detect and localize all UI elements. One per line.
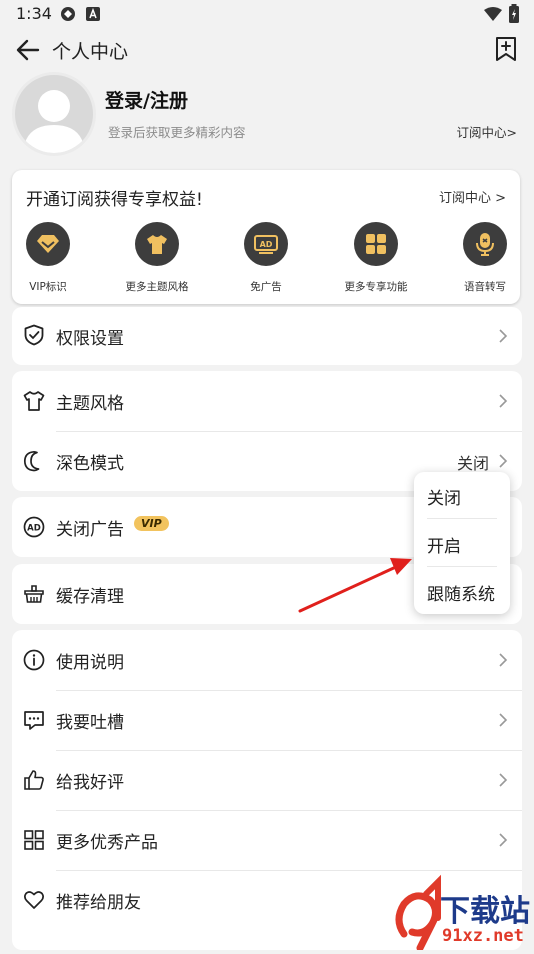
battery-icon: [508, 4, 520, 28]
grid-icon: [354, 222, 398, 266]
chevron-right-icon: [498, 393, 508, 409]
dropdown-option-on[interactable]: 开启: [427, 532, 461, 557]
login-register-link[interactable]: 登录/注册: [105, 86, 188, 113]
status-time: 1:34: [16, 4, 52, 23]
divider: [427, 566, 497, 567]
menu-row-permissions[interactable]: 权限设置: [12, 307, 522, 365]
shirt-icon: [135, 222, 179, 266]
menu-row-more-products[interactable]: 更多优秀产品: [12, 810, 522, 870]
menu-row-label: 深色模式: [56, 454, 124, 474]
watermark-domain: 91xz.net: [442, 926, 524, 946]
svg-text:AD: AD: [260, 240, 273, 249]
sync-icon: [60, 6, 76, 26]
chevron-right-icon: [498, 832, 508, 848]
info-icon: [23, 649, 45, 671]
chevron-right-icon: [498, 453, 508, 469]
apps-grid-icon: [23, 829, 45, 851]
microphone-icon: [463, 222, 507, 266]
shirt-outline-icon: [23, 390, 45, 412]
menu-row-label: 主题风格: [56, 394, 124, 414]
chevron-right-icon: [498, 328, 508, 344]
benefit-no-ads[interactable]: AD 免广告: [216, 222, 316, 294]
thumbs-up-icon: [23, 769, 45, 791]
page-title: 个人中心: [52, 41, 129, 63]
menu-row-label: 关闭广告: [56, 520, 124, 540]
menu-row-label: 我要吐槽: [56, 713, 124, 733]
broom-basket-icon: [23, 583, 45, 605]
login-subtitle: 登录后获取更多精彩内容: [108, 125, 246, 140]
benefit-more-themes[interactable]: 更多主题风格: [107, 222, 207, 294]
wifi-icon: [484, 6, 502, 26]
moon-icon: [23, 450, 45, 472]
chevron-right-icon: [498, 712, 508, 728]
permissions-card: 权限设置: [12, 307, 522, 365]
dropdown-option-off[interactable]: 关闭: [427, 484, 461, 509]
benefit-voice-transcribe[interactable]: 语音转写: [435, 222, 534, 294]
chat-bubble-icon: [23, 709, 45, 731]
watermark-brand: 下载站: [440, 894, 530, 929]
subscription-card-link[interactable]: 订阅中心 >: [439, 187, 506, 206]
subscription-card: 开通订阅获得专享权益! 订阅中心 > VIP标识 更多主题风格 AD 免广告 更…: [12, 170, 520, 304]
menu-row-label: 权限设置: [56, 329, 124, 349]
benefit-more-features[interactable]: 更多专享功能: [326, 222, 426, 294]
menu-row-feedback[interactable]: 我要吐槽: [12, 690, 522, 750]
vip-diamond-icon: [26, 222, 70, 266]
svg-text:AD: AD: [27, 524, 41, 534]
add-bookmark-icon[interactable]: [494, 36, 518, 62]
chevron-right-icon: [498, 652, 508, 668]
menu-row-instructions[interactable]: 使用说明: [12, 630, 522, 690]
menu-row-label: 更多优秀产品: [56, 833, 158, 853]
menu-row-theme[interactable]: 主题风格: [12, 371, 522, 431]
dropdown-option-follow-system[interactable]: 跟随系统: [427, 580, 495, 605]
divider: [427, 518, 497, 519]
benefit-vip-badge[interactable]: VIP标识: [0, 222, 98, 294]
avatar[interactable]: [12, 72, 96, 156]
ad-circle-icon: AD: [23, 516, 45, 538]
subscription-center-link[interactable]: 订阅中心>: [457, 122, 517, 141]
menu-row-rate[interactable]: 给我好评: [12, 750, 522, 810]
chevron-right-icon: [498, 772, 508, 788]
subscription-card-title: 开通订阅获得专享权益!: [26, 190, 203, 210]
menu-row-label: 缓存清理: [56, 587, 124, 607]
menu-row-label: 推荐给朋友: [56, 893, 141, 913]
status-bar: 1:34: [0, 0, 534, 28]
benefit-label: VIP标识: [29, 281, 67, 293]
benefit-label: 免广告: [250, 281, 282, 293]
shield-check-icon: [23, 324, 45, 346]
benefit-label: 更多主题风格: [125, 281, 189, 293]
site-watermark: 下载站 91xz.net: [392, 874, 534, 952]
heart-icon: [23, 889, 45, 911]
back-arrow-icon[interactable]: [14, 36, 42, 64]
dark-mode-value: 关闭: [456, 454, 489, 473]
menu-row-label: 使用说明: [56, 653, 124, 673]
benefit-label: 语音转写: [464, 281, 506, 293]
dark-mode-dropdown: 关闭 开启 跟随系统: [414, 472, 510, 614]
benefit-label: 更多专享功能: [344, 281, 408, 293]
notification-a-icon: [86, 6, 100, 26]
ad-icon: AD: [244, 222, 288, 266]
app-header: 个人中心: [0, 30, 534, 70]
vip-badge: VIP: [134, 516, 169, 531]
menu-row-label: 给我好评: [56, 773, 124, 793]
